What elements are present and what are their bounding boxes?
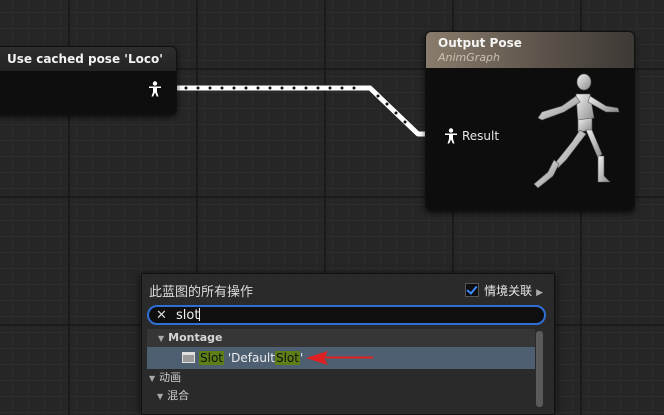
node-title: Use cached pose 'Loco' [0,47,176,71]
search-input[interactable]: ✕ slot [147,305,546,325]
mannequin-icon [533,73,620,189]
node-subtitle: AnimGraph [438,51,501,64]
node-title: Output Pose [438,36,522,50]
checkbox-checked-icon[interactable] [465,283,480,297]
expand-right-icon[interactable]: ▶ [536,288,543,298]
slot-node-icon [182,352,195,363]
node-header: Output Pose AnimGraph [426,32,634,68]
result-pin[interactable]: Result [444,128,499,144]
match-highlight: Slot [274,351,300,365]
clear-search-icon[interactable]: ✕ [156,307,167,324]
match-highlight: Slot [199,351,224,365]
menu-scrollbar[interactable] [536,331,543,407]
cached-pose-node[interactable]: Use cached pose 'Loco' [0,46,177,115]
pin-label: Result [462,129,500,143]
annotation-arrow-icon [306,351,373,365]
category-blend[interactable]: ▼ 混合 [147,387,535,405]
action-menu[interactable]: 此蓝图的所有操作 情境关联 ▶ ✕ slot ▼ Montage Slot 'Def… [141,273,555,415]
collapse-arrow-icon[interactable]: ▼ [158,334,164,343]
pose-output-pin-icon[interactable] [148,81,162,101]
collapse-arrow-icon[interactable]: ▼ [149,374,155,383]
pose-input-pin-icon [445,128,457,144]
category-animation[interactable]: ▼ 动画 [147,369,535,387]
menu-title: 此蓝图的所有操作 [149,285,254,300]
menu-header: 此蓝图的所有操作 情境关联 ▶ [142,274,554,306]
context-sensitive-toggle[interactable]: 情境关联 ▶ [465,282,543,299]
action-item-text: 'Default [224,351,275,365]
category-montage[interactable]: ▼ Montage [147,329,535,347]
search-value[interactable]: slot [176,308,201,323]
context-sensitive-label: 情境关联 [484,284,533,298]
output-pose-node[interactable]: Output Pose AnimGraph Result [425,31,635,211]
collapse-arrow-icon[interactable]: ▼ [157,392,163,401]
action-tree[interactable]: ▼ Montage Slot 'DefaultSlot' ▼ 动画 ▼ 混合 [147,329,535,405]
